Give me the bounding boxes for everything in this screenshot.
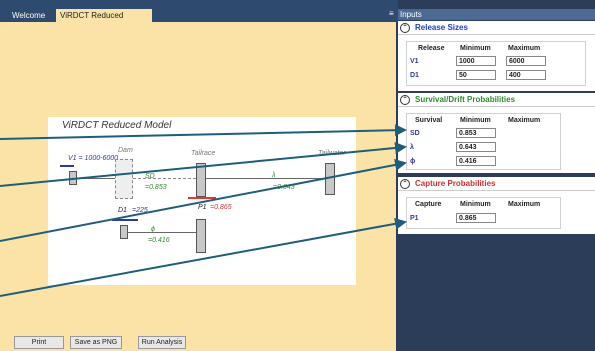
arrow-sd <box>0 124 407 140</box>
arrow-lambda <box>0 141 407 187</box>
annotation-arrows <box>0 124 407 297</box>
arrow-p1 <box>0 217 407 297</box>
arrow-phi <box>0 158 407 242</box>
